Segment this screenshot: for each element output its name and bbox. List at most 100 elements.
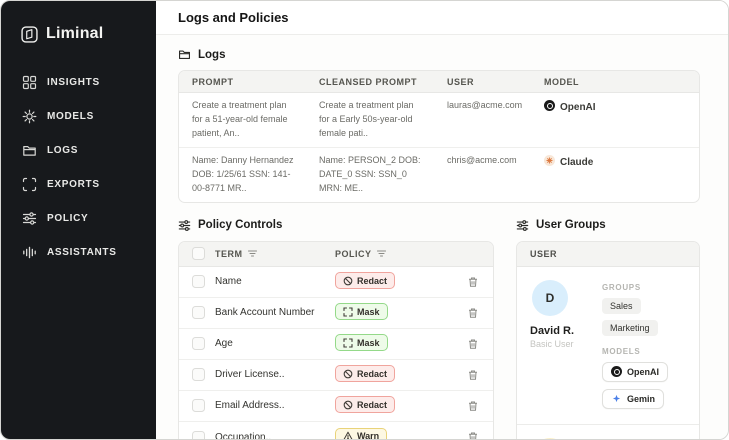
- redact-icon: [343, 276, 353, 286]
- policy-badge-label: Redact: [357, 399, 388, 410]
- policy-row: Occupation.. Warn: [179, 422, 493, 440]
- bottom-sections: Policy Controls TERM POLICY Name Redact …: [178, 219, 700, 440]
- liminal-logo-icon: [21, 25, 38, 43]
- policy-table-header: TERM POLICY: [179, 241, 493, 267]
- sidebar-item-models[interactable]: MODELS: [1, 99, 156, 133]
- sidebar-item-policy[interactable]: POLICY: [1, 201, 156, 235]
- policy-badge[interactable]: Redact: [335, 396, 396, 414]
- content: Logs PROMPT CLEANSED PROMPT USER MODEL C…: [156, 35, 728, 440]
- policy-badge-label: Redact: [357, 275, 388, 286]
- openai-icon: [544, 100, 555, 111]
- column-prompt: PROMPT: [192, 76, 234, 87]
- column-model: MODEL: [544, 76, 579, 87]
- user-name: David R.: [530, 324, 575, 337]
- filter-icon[interactable]: [247, 250, 257, 257]
- user-groups-card: USER D David R. Basic User GROUPS Sales …: [516, 240, 700, 439]
- sidebar-item-label: LOGS: [47, 144, 79, 156]
- policy-term: Occupation..: [215, 431, 272, 440]
- policy-row: Age Mask: [179, 329, 493, 360]
- sidebar-nav: INSIGHTS MODELS LOGS EXPORTS POLICY ASSI…: [1, 65, 156, 269]
- delete-button[interactable]: [467, 369, 479, 381]
- model-button[interactable]: OpenAI: [602, 361, 669, 382]
- top-bar: Logs and Policies: [156, 1, 728, 35]
- delete-button[interactable]: [467, 431, 479, 439]
- sliders-icon: [22, 211, 37, 226]
- delete-button[interactable]: [467, 276, 479, 288]
- openai-icon: [611, 366, 622, 378]
- model-button-label: OpenAI: [627, 366, 660, 377]
- delete-button[interactable]: [467, 338, 479, 350]
- log-cleansed-prompt: Name: PERSON_2 DOB: DATE_0 SSN: SSN_0 MR…: [319, 154, 421, 193]
- models-label: MODELS: [602, 346, 641, 356]
- user-groups-section: User Groups USER D David R. Basic User G…: [516, 219, 700, 439]
- policy-badge[interactable]: Mask: [335, 334, 388, 352]
- model-button[interactable]: Gemin: [602, 388, 665, 409]
- row-checkbox[interactable]: [192, 306, 205, 320]
- select-all-checkbox[interactable]: [192, 247, 205, 261]
- policy-table: TERM POLICY Name Redact Bank Account Num…: [178, 240, 494, 440]
- row-checkbox[interactable]: [192, 275, 205, 289]
- user-card-header: USER: [517, 241, 699, 267]
- logs-section-title: Logs: [198, 48, 226, 61]
- page-title: Logs and Policies: [178, 10, 289, 25]
- logo-label: Liminal: [46, 25, 104, 42]
- policy-badge[interactable]: Redact: [335, 365, 396, 383]
- group-chip: Marketing: [602, 319, 658, 336]
- policy-controls-header: Policy Controls: [178, 219, 494, 232]
- row-checkbox[interactable]: [192, 399, 205, 413]
- logs-table-header: PROMPT CLEANSED PROMPT USER MODEL: [179, 71, 699, 93]
- delete-button[interactable]: [467, 307, 479, 319]
- policy-badge[interactable]: Warn: [335, 427, 388, 440]
- log-prompt: Name: Danny Hernandez DOB: 1/25/61 SSN: …: [192, 154, 294, 193]
- filter-icon[interactable]: [376, 250, 386, 257]
- gemini-icon: [611, 393, 622, 404]
- sliders-icon: [178, 219, 191, 232]
- column-user: USER: [447, 76, 475, 87]
- policy-term: Name: [215, 276, 242, 288]
- gear-icon: [22, 109, 37, 124]
- mask-icon: [343, 338, 353, 348]
- sidebar-item-insights[interactable]: INSIGHTS: [1, 65, 156, 99]
- user-groups-title: User Groups: [536, 219, 606, 232]
- log-row[interactable]: Create a treatment plan for a 51-year-ol…: [179, 93, 699, 148]
- log-model: Claude: [531, 154, 699, 196]
- column-term: TERM: [215, 248, 243, 259]
- log-prompt: Create a treatment plan for a 51-year-ol…: [192, 100, 288, 138]
- sidebar-item-label: EXPORTS: [47, 178, 100, 190]
- redact-icon: [343, 369, 353, 379]
- user-row: L Lori M. Admin GROUPS IT HR MODELS: [517, 423, 699, 439]
- policy-badge-label: Warn: [357, 431, 380, 440]
- row-checkbox[interactable]: [192, 430, 205, 439]
- row-checkbox[interactable]: [192, 337, 205, 351]
- row-checkbox[interactable]: [192, 368, 205, 382]
- delete-button[interactable]: [467, 400, 479, 412]
- policy-term: Bank Account Number: [215, 307, 315, 319]
- logs-section-header: Logs: [178, 48, 700, 61]
- user-groups-header: User Groups: [516, 219, 700, 232]
- groups-label: GROUPS: [602, 282, 641, 292]
- warning-icon: [343, 431, 353, 439]
- log-row[interactable]: Name: Danny Hernandez DOB: 1/25/61 SSN: …: [179, 148, 699, 202]
- sidebar: Liminal INSIGHTS MODELS LOGS EXPORTS POL…: [1, 1, 156, 439]
- policy-badge-label: Redact: [357, 368, 388, 379]
- log-model-label: Claude: [560, 156, 594, 168]
- sidebar-item-logs[interactable]: LOGS: [1, 133, 156, 167]
- sidebar-item-assistants[interactable]: ASSISTANTS: [1, 235, 156, 269]
- policy-badge[interactable]: Mask: [335, 303, 388, 321]
- policy-row: Name Redact: [179, 267, 493, 298]
- policy-badge-label: Mask: [357, 337, 380, 348]
- log-model: OpenAI: [531, 99, 699, 141]
- claude-icon: [544, 154, 555, 166]
- model-button-label: Gemin: [627, 393, 656, 404]
- waveform-icon: [22, 245, 37, 260]
- sidebar-item-label: INSIGHTS: [47, 76, 100, 88]
- folder-icon: [22, 143, 37, 158]
- sidebar-item-label: ASSISTANTS: [47, 246, 117, 258]
- policy-term: Email Address..: [215, 400, 285, 412]
- log-user: lauras@acme.com: [447, 100, 523, 110]
- sidebar-item-exports[interactable]: EXPORTS: [1, 167, 156, 201]
- liminal-logo[interactable]: Liminal: [1, 25, 156, 43]
- sidebar-item-label: POLICY: [47, 212, 89, 224]
- policy-badge[interactable]: Redact: [335, 272, 396, 290]
- policy-controls-title: Policy Controls: [198, 219, 283, 232]
